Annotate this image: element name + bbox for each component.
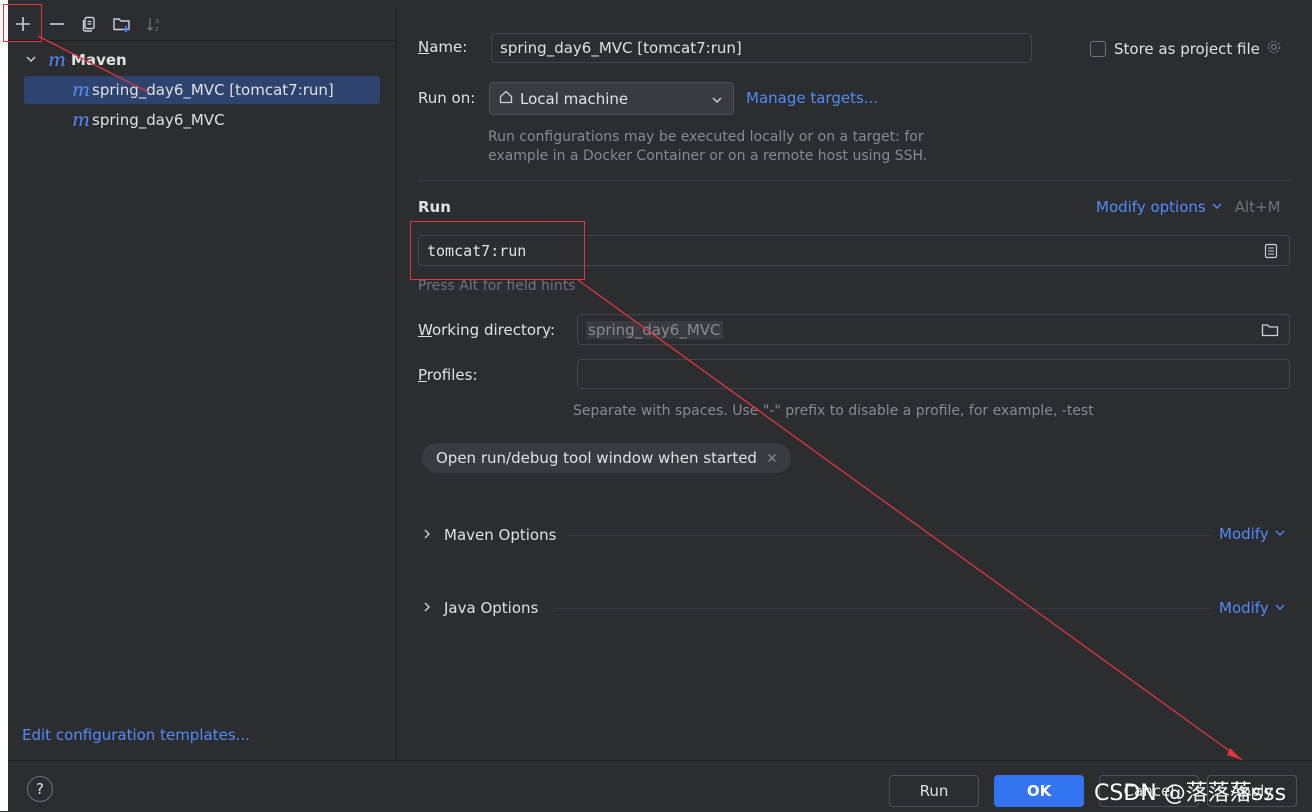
maven-icon: m [72,79,91,101]
field-hint: Press Alt for field hints [418,278,576,294]
maven-options-section[interactable]: Maven Options [422,526,556,544]
profiles-label: Profiles: [418,366,478,384]
run-on-hint-2: example in a Docker Container or on a re… [488,148,928,164]
chevron-right-icon [422,526,432,544]
remove-icon[interactable] [45,12,69,36]
name-input[interactable]: spring_day6_MVC [tomcat7:run] [491,33,1032,63]
chevron-down-icon [1274,525,1286,543]
ok-button[interactable]: OK [994,775,1084,807]
divider [568,535,1211,536]
add-icon[interactable] [11,12,35,36]
edit-templates-link[interactable]: Edit configuration templates... [22,726,250,744]
modify-label: Modify [1219,599,1269,617]
close-icon[interactable] [767,449,777,467]
watermark: CSDN @落落落sss [1094,781,1287,806]
modify-shortcut: Alt+M [1234,198,1281,216]
tree-item-label: spring_day6_MVC [92,111,225,129]
config-form: Name: spring_day6_MVC [tomcat7:run] Stor… [397,8,1312,760]
profiles-input[interactable] [577,359,1290,389]
tree-group-maven[interactable]: m Maven [24,46,127,74]
divider [418,180,1290,181]
divider [554,608,1211,609]
command-value: tomcat7:run [427,241,527,260]
maven-icon: m [48,49,67,71]
working-dir-input[interactable]: spring_day6_MVC [577,314,1290,345]
folder-icon[interactable] [1261,322,1279,342]
copy-icon[interactable] [77,12,101,36]
maven-options-label: Maven Options [444,526,557,544]
option-chip[interactable]: Open run/debug tool window when started [422,443,791,473]
dialog-footer: ? Run OK Cancel Apply CSDN @落落落sss [8,760,1312,812]
run-section-title: Run [418,198,451,216]
working-dir-value: spring_day6_MVC [586,320,723,339]
run-on-value: Local machine [520,89,629,108]
java-modify-button[interactable]: Modify [1219,599,1286,617]
store-project-label: Store as project file [1114,40,1260,58]
run-button[interactable]: Run [889,775,979,807]
chevron-down-icon [1211,198,1223,216]
chevron-down-icon[interactable] [24,53,38,68]
home-icon [498,89,514,109]
modify-label: Modify [1219,525,1269,543]
help-button[interactable]: ? [27,776,53,802]
chip-label: Open run/debug tool window when started [436,449,757,467]
tree-group-label: Maven [71,51,127,69]
java-options-section[interactable]: Java Options [422,599,538,617]
chevron-down-icon [1274,599,1286,617]
chevron-right-icon [422,599,432,617]
chevron-down-icon [711,92,723,110]
name-label: Name: [418,38,468,56]
checkbox-box[interactable] [1090,41,1106,57]
profiles-hint: Separate with spaces. Use "-" prefix to … [573,403,1094,419]
svg-text:z: z [155,25,159,33]
gear-icon[interactable] [1266,39,1282,59]
command-input[interactable]: tomcat7:run [418,235,1290,266]
tree-item-label: spring_day6_MVC [tomcat7:run] [92,81,334,99]
run-on-select[interactable]: Local machine [489,82,734,115]
tree-item[interactable]: m spring_day6_MVC [24,106,225,134]
tree-item-selected[interactable]: m spring_day6_MVC [tomcat7:run] [24,76,380,104]
new-folder-icon[interactable] [110,12,134,36]
manage-targets-link[interactable]: Manage targets... [746,89,878,107]
maven-icon: m [72,109,91,131]
modify-options-label: Modify options [1096,198,1206,216]
working-dir-label: Working directory: [418,321,556,339]
run-on-label: Run on: [418,89,476,107]
sort-icon[interactable]: az [142,12,166,36]
store-project-checkbox[interactable]: Store as project file [1090,39,1282,59]
maven-modify-button[interactable]: Modify [1219,525,1286,543]
sidebar: az m Maven m spring_day6_MVC [tomcat7:ru… [8,8,397,760]
java-options-label: Java Options [444,599,539,617]
window-edge [0,0,8,811]
modify-options-button[interactable]: Modify options Alt+M [1096,198,1281,216]
sidebar-toolbar: az [8,8,396,41]
expand-text-icon[interactable] [1263,243,1279,263]
run-on-hint: Run configurations may be executed local… [488,129,924,145]
svg-text:a: a [155,17,159,25]
